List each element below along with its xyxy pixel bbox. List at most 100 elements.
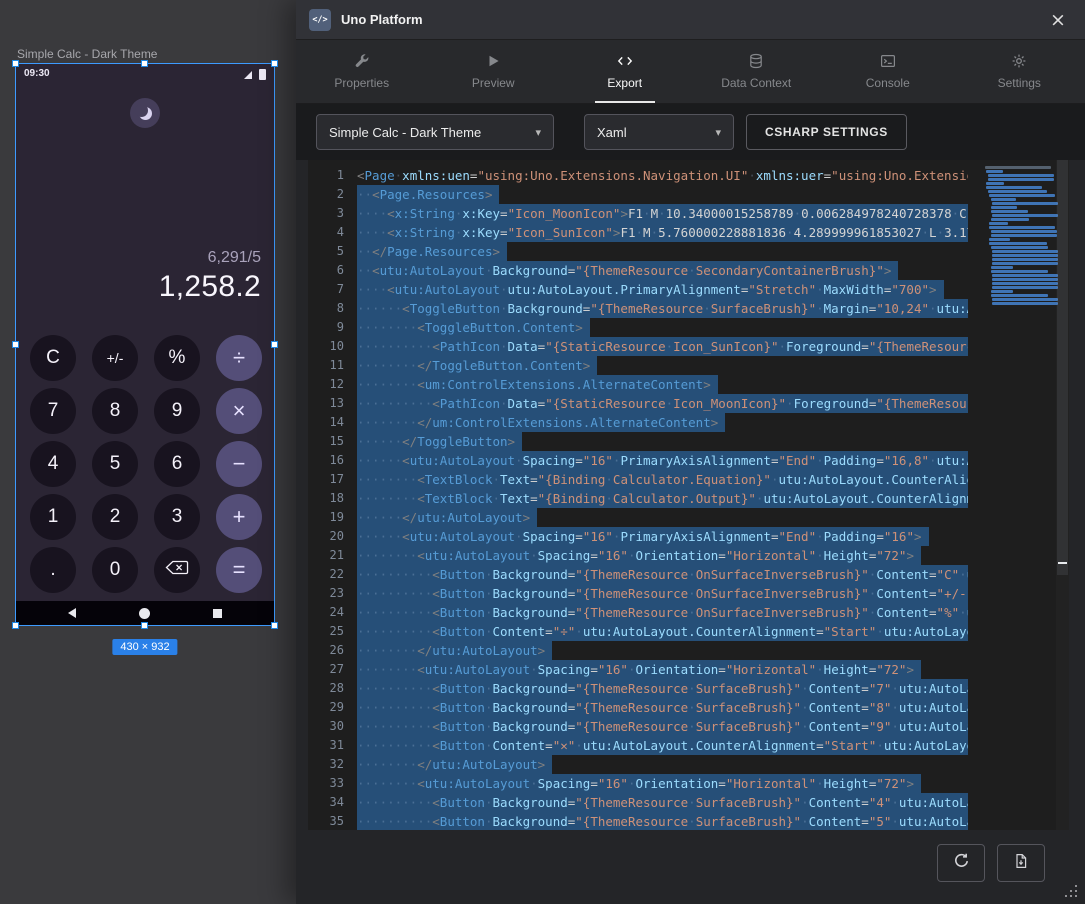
key-add[interactable]: + [216, 494, 262, 540]
selection-handle-ne[interactable] [271, 60, 278, 67]
selection-handle-w[interactable] [12, 341, 19, 348]
refresh-button[interactable] [937, 844, 985, 882]
code-line[interactable]: 21········<utu:AutoLayout·Spacing="16"·O… [308, 546, 1069, 565]
tab-preview[interactable]: Preview [428, 40, 560, 103]
key-4[interactable]: 4 [30, 441, 76, 487]
code-line[interactable]: 18········<TextBlock·Text="{Binding·Calc… [308, 489, 1069, 508]
uno-logo-icon: </> [309, 9, 331, 31]
tab-export[interactable]: Export [559, 40, 691, 103]
code-line[interactable]: 28··········<Button·Background="{ThemeRe… [308, 679, 1069, 698]
status-time: 09:30 [24, 68, 50, 79]
code-line[interactable]: 9········<ToggleButton.Content> [308, 318, 1069, 337]
code-line[interactable]: 1<Page·xmlns:uen="using:Uno.Extensions.N… [308, 166, 1069, 185]
key-clear[interactable]: C [30, 335, 76, 381]
code-line[interactable]: 8······<ToggleButton·Background="{ThemeR… [308, 299, 1069, 318]
code-line[interactable]: 35··········<Button·Background="{ThemeRe… [308, 812, 1069, 830]
code-line[interactable]: 22··········<Button·Background="{ThemeRe… [308, 565, 1069, 584]
tab-data-context[interactable]: Data Context [691, 40, 823, 103]
key-multiply[interactable]: × [216, 388, 262, 434]
tab-label: Preview [472, 76, 515, 90]
resize-grip[interactable] [1063, 883, 1079, 899]
code-line[interactable]: 11········</ToggleButton.Content> [308, 356, 1069, 375]
key-0[interactable]: 0 [92, 547, 138, 593]
tab-console[interactable]: Console [822, 40, 954, 103]
key-2[interactable]: 2 [92, 494, 138, 540]
code-line[interactable]: 23··········<Button·Background="{ThemeRe… [308, 584, 1069, 603]
cursor-position-mark [1058, 562, 1067, 564]
tab-properties[interactable]: Properties [296, 40, 428, 103]
minimap[interactable] [985, 166, 1055, 306]
code-line[interactable]: 17········<TextBlock·Text="{Binding·Calc… [308, 470, 1069, 489]
key-backspace[interactable] [154, 547, 200, 593]
selection-handle-nw[interactable] [12, 60, 19, 67]
code-line[interactable]: 13··········<PathIcon·Data="{StaticResou… [308, 394, 1069, 413]
code-line[interactable]: 2··<Page.Resources> [308, 185, 1069, 204]
home-button[interactable] [139, 608, 150, 619]
tab-label: Settings [998, 76, 1041, 90]
tab-settings[interactable]: Settings [954, 40, 1085, 103]
selection-handle-s[interactable] [141, 622, 148, 629]
code-icon [617, 53, 633, 69]
code-line[interactable]: 20······<utu:AutoLayout·Spacing="16"·Pri… [308, 527, 1069, 546]
key-7[interactable]: 7 [30, 388, 76, 434]
code-line[interactable]: 34··········<Button·Background="{ThemeRe… [308, 793, 1069, 812]
line-number: 13 [308, 394, 344, 413]
line-number: 32 [308, 755, 344, 774]
scrollbar-thumb[interactable] [1057, 160, 1068, 575]
key-9[interactable]: 9 [154, 388, 200, 434]
line-number: 11 [308, 356, 344, 375]
canvas-item-label: Simple Calc - Dark Theme [17, 47, 157, 61]
selection-handle-se[interactable] [271, 622, 278, 629]
code-line[interactable]: 19······</utu:AutoLayout> [308, 508, 1069, 527]
close-button[interactable]: × [1044, 6, 1072, 34]
key-plusminus[interactable]: +/- [92, 335, 138, 381]
key-6[interactable]: 6 [154, 441, 200, 487]
code-line[interactable]: 33········<utu:AutoLayout·Spacing="16"·O… [308, 774, 1069, 793]
recents-button[interactable] [213, 609, 222, 618]
selection-handle-n[interactable] [141, 60, 148, 67]
csharp-settings-button[interactable]: CSHARP SETTINGS [746, 114, 907, 150]
code-line[interactable]: 10··········<PathIcon·Data="{StaticResou… [308, 337, 1069, 356]
key-percent[interactable]: % [154, 335, 200, 381]
code-line[interactable]: 31··········<Button·Content="✕"·utu:Auto… [308, 736, 1069, 755]
page-selector[interactable]: Simple Calc - Dark Theme ▾ [316, 114, 554, 150]
code-line[interactable]: 24··········<Button·Background="{ThemeRe… [308, 603, 1069, 622]
key-1[interactable]: 1 [30, 494, 76, 540]
key-equals[interactable]: = [216, 547, 262, 593]
moon-icon [139, 107, 152, 120]
code-line[interactable]: 6··<utu:AutoLayout·Background="{ThemeRes… [308, 261, 1069, 280]
back-button[interactable] [68, 608, 76, 618]
code-line[interactable]: 26········</utu:AutoLayout> [308, 641, 1069, 660]
key-3[interactable]: 3 [154, 494, 200, 540]
format-selector[interactable]: Xaml ▾ [584, 114, 734, 150]
code-line[interactable]: 3····<x:String·x:Key="Icon_MoonIcon">F1·… [308, 204, 1069, 223]
code-line[interactable]: 29··········<Button·Background="{ThemeRe… [308, 698, 1069, 717]
theme-toggle-button[interactable] [130, 98, 160, 128]
code-line[interactable]: 7····<utu:AutoLayout·utu:AutoLayout.Prim… [308, 280, 1069, 299]
code-line[interactable]: 12········<um:ControlExtensions.Alternat… [308, 375, 1069, 394]
selection-handle-e[interactable] [271, 341, 278, 348]
chevron-down-icon: ▾ [535, 126, 541, 139]
window-footer [296, 830, 1085, 904]
key-subtract[interactable]: − [216, 441, 262, 487]
code-line[interactable]: 25··········<Button·Content="÷"·utu:Auto… [308, 622, 1069, 641]
editor-scrollbar[interactable] [1056, 160, 1069, 830]
code-line[interactable]: 30··········<Button·Background="{ThemeRe… [308, 717, 1069, 736]
code-line[interactable]: 4····<x:String·x:Key="Icon_SunIcon">F1·M… [308, 223, 1069, 242]
code-line[interactable]: 5··</Page.Resources> [308, 242, 1069, 261]
code-line[interactable]: 15······</ToggleButton> [308, 432, 1069, 451]
code-line[interactable]: 32········</utu:AutoLayout> [308, 755, 1069, 774]
selection-handle-sw[interactable] [12, 622, 19, 629]
key-8[interactable]: 8 [92, 388, 138, 434]
key-5[interactable]: 5 [92, 441, 138, 487]
line-number: 6 [308, 261, 344, 280]
phone-preview[interactable]: 09:30 6,291/5 1,258.2 C+/-%÷789×456−123+… [16, 64, 274, 625]
code-line[interactable]: 27········<utu:AutoLayout·Spacing="16"·O… [308, 660, 1069, 679]
code-line[interactable]: 16······<utu:AutoLayout·Spacing="16"·Pri… [308, 451, 1069, 470]
export-file-button[interactable] [997, 844, 1045, 882]
line-number: 12 [308, 375, 344, 394]
key-dot[interactable]: . [30, 547, 76, 593]
key-divide[interactable]: ÷ [216, 335, 262, 381]
code-line[interactable]: 14········</um:ControlExtensions.Alterna… [308, 413, 1069, 432]
code-lines[interactable]: 1<Page·xmlns:uen="using:Uno.Extensions.N… [308, 160, 1069, 830]
